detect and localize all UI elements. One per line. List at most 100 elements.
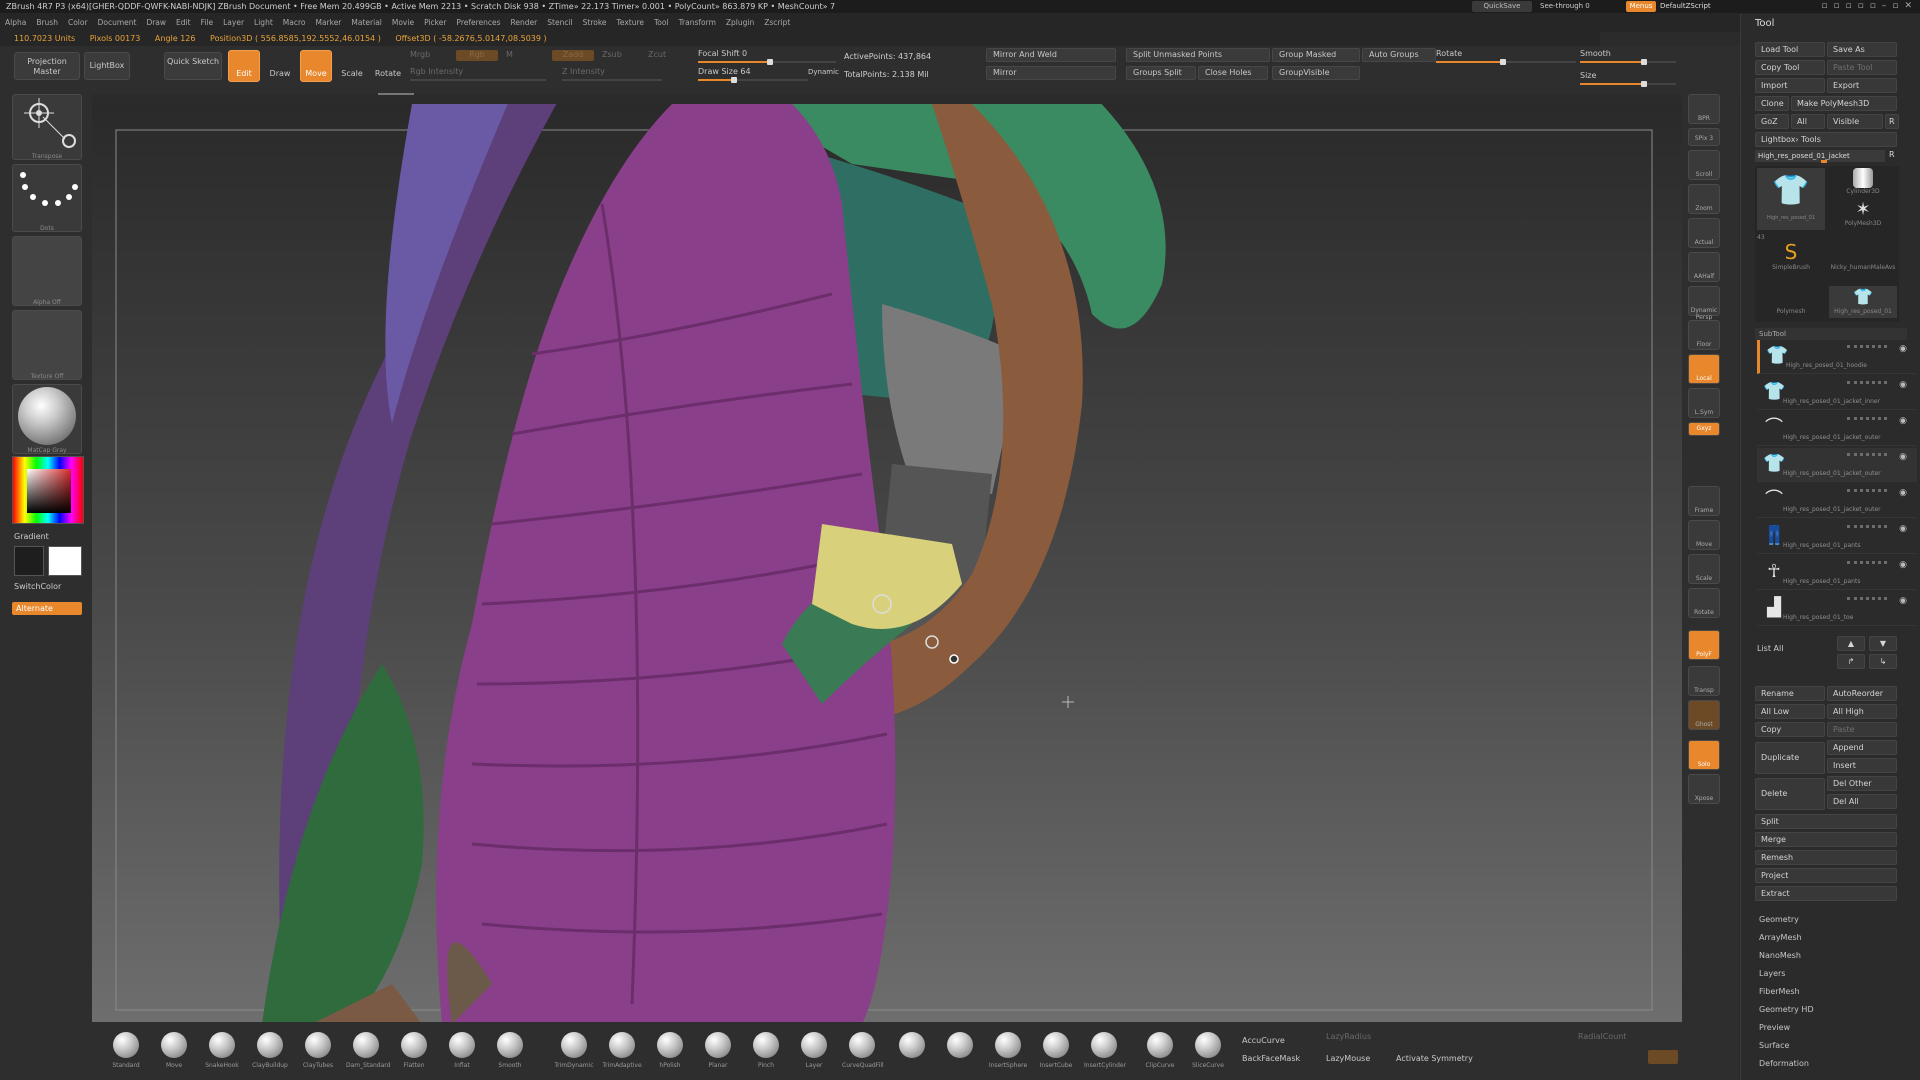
focal-shift-slider[interactable]: Focal Shift 0 xyxy=(698,48,836,65)
frame-button[interactable]: Frame xyxy=(1688,486,1720,516)
brush-pinch[interactable]: Pinch xyxy=(746,1032,786,1069)
move-view-button[interactable]: Move xyxy=(1688,520,1720,550)
project-button[interactable]: Project xyxy=(1755,868,1897,883)
gizmo-handle-3[interactable] xyxy=(949,654,959,664)
brush-clipcurve[interactable]: ClipCurve xyxy=(1140,1032,1180,1069)
alternate-button[interactable]: Alternate xyxy=(12,602,82,615)
gradient-toggle[interactable]: Gradient xyxy=(14,532,49,541)
del-all-button[interactable]: Del All xyxy=(1827,794,1897,809)
scale-mode-button[interactable]: Scale xyxy=(336,50,368,82)
fibermesh-section[interactable]: FiberMesh xyxy=(1759,984,1800,1000)
menu-tool[interactable]: Tool xyxy=(649,13,674,32)
layers-section[interactable]: Layers xyxy=(1759,966,1785,982)
rgb-intensity-slider[interactable]: Rgb Intensity xyxy=(410,66,546,81)
brush-layer[interactable]: Layer xyxy=(794,1032,834,1069)
make-polymesh-button[interactable]: Make PolyMesh3D xyxy=(1791,96,1897,111)
mirror-and-weld-button[interactable]: Mirror And Weld xyxy=(986,48,1116,62)
menu-file[interactable]: File xyxy=(196,13,219,32)
z-intensity-slider[interactable]: Z Intensity xyxy=(562,66,662,81)
visibility-eye-icon[interactable]: ◉ xyxy=(1899,488,1907,498)
brush-standard[interactable]: Standard xyxy=(106,1032,146,1069)
canvas-viewport[interactable] xyxy=(92,104,1682,1022)
m-button[interactable]: M xyxy=(506,50,513,59)
clone-button[interactable]: Clone xyxy=(1755,96,1789,111)
accucurve-toggle[interactable]: AccuCurve xyxy=(1242,1036,1285,1045)
visibility-eye-icon[interactable]: ◉ xyxy=(1899,452,1907,462)
brush-planar[interactable]: Planar xyxy=(698,1032,738,1069)
extract-button[interactable]: Extract xyxy=(1755,886,1897,901)
visibility-eye-icon[interactable]: ◉ xyxy=(1899,596,1907,606)
alpha-button[interactable]: Alpha Off xyxy=(12,236,82,306)
brush-hpolish[interactable]: hPolish xyxy=(650,1032,690,1069)
brush-slicecurve[interactable]: SliceCurve xyxy=(1188,1032,1228,1069)
menu-zscript[interactable]: Zscript xyxy=(759,13,795,32)
radialcount-slider[interactable]: RadialCount xyxy=(1578,1032,1626,1041)
edit-mode-button[interactable]: Edit xyxy=(228,50,260,82)
menu-light[interactable]: Light xyxy=(249,13,278,32)
export-button[interactable]: Export xyxy=(1827,78,1897,93)
goz-button[interactable]: GoZ xyxy=(1755,114,1789,129)
secondary-color-swatch[interactable] xyxy=(48,546,82,576)
menu-render[interactable]: Render xyxy=(506,13,543,32)
move-up-arrow-icon[interactable]: ▲ xyxy=(1837,636,1865,651)
all-high-button[interactable]: All High xyxy=(1827,704,1897,719)
menu-document[interactable]: Document xyxy=(93,13,142,32)
subtool-item[interactable]: 👕 ◉ High_res_posed_01_hoodie xyxy=(1757,340,1917,374)
menu-movie[interactable]: Movie xyxy=(387,13,419,32)
brush-trimdynamic[interactable]: TrimDynamic xyxy=(554,1032,594,1069)
copy-subtool-button[interactable]: Copy xyxy=(1755,722,1825,737)
menu-transform[interactable]: Transform xyxy=(674,13,721,32)
brush-flatten[interactable]: Flatten xyxy=(394,1032,434,1069)
groups-split-button[interactable]: Groups Split xyxy=(1126,66,1196,80)
menu-macro[interactable]: Macro xyxy=(278,13,311,32)
color-square[interactable] xyxy=(27,469,71,513)
subtool-item[interactable]: 👕 ◉ High_res_posed_01_jacket_inner xyxy=(1757,376,1917,410)
load-tool-button[interactable]: Load Tool xyxy=(1755,42,1825,57)
visibility-eye-icon[interactable]: ◉ xyxy=(1899,416,1907,426)
auto-groups-button[interactable]: Auto Groups xyxy=(1362,48,1436,62)
subtool-item[interactable]: 👖 ◉ High_res_posed_01_pants xyxy=(1757,520,1917,554)
menu-edit[interactable]: Edit xyxy=(171,13,196,32)
zadd-button[interactable]: Zadd xyxy=(552,50,594,61)
projection-master-button[interactable]: Projection Master xyxy=(14,52,80,80)
scroll-button[interactable]: Scroll xyxy=(1688,150,1720,180)
smooth-slider[interactable]: Smooth xyxy=(1580,48,1676,65)
spix-slider[interactable]: SPix 3 xyxy=(1688,128,1720,146)
menus-button[interactable]: Menus xyxy=(1626,1,1656,12)
texture-button[interactable]: Texture Off xyxy=(12,310,82,380)
solo-button[interactable]: Solo xyxy=(1688,740,1720,770)
material-button[interactable]: MatCap Gray xyxy=(12,384,82,454)
merge-button[interactable]: Merge xyxy=(1755,832,1897,847)
actual-button[interactable]: Actual xyxy=(1688,218,1720,248)
switchcolor-button[interactable]: SwitchColor xyxy=(14,582,61,591)
lsym-button[interactable]: L.Sym xyxy=(1688,388,1720,418)
dynamic-toggle[interactable]: Dynamic xyxy=(808,68,839,76)
menu-stencil[interactable]: Stencil xyxy=(542,13,577,32)
aahalf-button[interactable]: AAHalf xyxy=(1688,252,1720,282)
rgb-button[interactable]: Rgb xyxy=(456,50,498,61)
split-button[interactable]: Split xyxy=(1755,814,1897,829)
visibility-eye-icon[interactable]: ◉ xyxy=(1899,524,1907,534)
lightbox-tools-button[interactable]: Lightbox› Tools xyxy=(1755,132,1897,147)
gxyz-button[interactable]: Gxyz xyxy=(1688,422,1720,436)
brush-claytubes[interactable]: ClayTubes xyxy=(298,1032,338,1069)
menu-brush[interactable]: Brush xyxy=(31,13,63,32)
copy-tool-button[interactable]: Copy Tool xyxy=(1755,60,1825,75)
polymesh3d-thumb[interactable]: ✶ PolyMesh3D xyxy=(1829,200,1897,230)
insert-button[interactable]: Insert xyxy=(1827,758,1897,773)
all-low-button[interactable]: All Low xyxy=(1755,704,1825,719)
brush-snakehook[interactable]: SnakeHook xyxy=(202,1032,242,1069)
close-holes-button[interactable]: Close Holes xyxy=(1198,66,1268,80)
geometry-section[interactable]: Geometry xyxy=(1759,912,1799,928)
duplicate-button[interactable]: Duplicate xyxy=(1755,742,1825,774)
geometry-hd-section[interactable]: Geometry HD xyxy=(1759,1002,1814,1018)
current-tool-slider-knob[interactable] xyxy=(1821,160,1827,163)
backfacemask-toggle[interactable]: BackFaceMask xyxy=(1242,1054,1300,1063)
lazymouse-toggle[interactable]: LazyMouse xyxy=(1326,1054,1370,1063)
see-through-slider[interactable]: See-through 0 xyxy=(1540,1,1612,12)
brush-insertcube[interactable]: InsertCube xyxy=(1036,1032,1076,1069)
del-other-button[interactable]: Del Other xyxy=(1827,776,1897,791)
import-button[interactable]: Import xyxy=(1755,78,1825,93)
goz-visible-button[interactable]: Visible xyxy=(1827,114,1883,129)
color-picker[interactable] xyxy=(12,456,84,524)
